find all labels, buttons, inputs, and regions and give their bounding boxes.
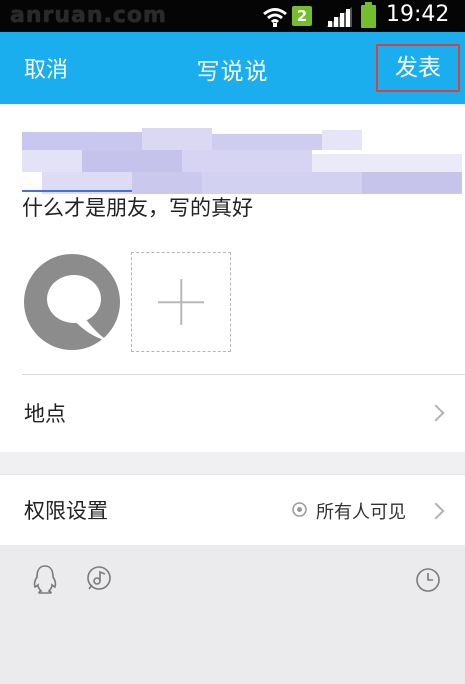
status-bar: anruan.com 2 19:42 xyxy=(0,0,465,32)
location-row[interactable]: 地点 xyxy=(0,375,465,447)
music-icon[interactable] xyxy=(85,564,113,592)
permission-label: 权限设置 xyxy=(24,499,108,523)
pixelated-redaction xyxy=(22,128,462,198)
post-text[interactable]: 什么才是朋友，写的真好 xyxy=(22,192,253,222)
battery-icon xyxy=(361,2,376,28)
qq-penguin-icon[interactable] xyxy=(31,564,59,594)
visibility-icon xyxy=(292,502,307,517)
clock-icon[interactable] xyxy=(414,566,442,594)
signal-icon xyxy=(326,7,352,27)
nav-bar: 取消 写说说 发表 xyxy=(0,32,465,104)
chevron-right-icon xyxy=(427,404,445,422)
location-label: 地点 xyxy=(24,402,66,426)
qq-space-logo-icon xyxy=(24,254,120,350)
wifi-icon xyxy=(263,8,287,27)
bottom-toolbar xyxy=(0,545,465,684)
watermark-text: anruan.com xyxy=(10,3,167,28)
add-photo-button[interactable] xyxy=(131,252,231,352)
status-clock: 19:42 xyxy=(386,2,450,27)
sim-badge: 2 xyxy=(292,6,312,26)
post-editor: 什么才是朋友，写的真好 地点 xyxy=(0,104,465,452)
publish-button[interactable]: 发表 xyxy=(376,44,460,92)
chevron-right-icon xyxy=(427,502,445,520)
permission-value: 所有人可见 xyxy=(316,502,406,523)
permission-row[interactable]: 权限设置 所有人可见 xyxy=(0,474,465,546)
